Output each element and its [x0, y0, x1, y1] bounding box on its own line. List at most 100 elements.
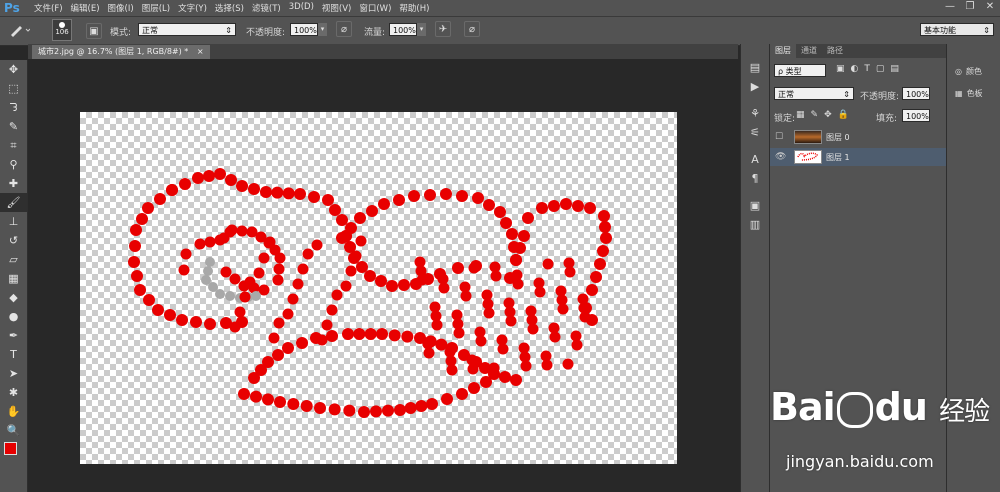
history-brush-icon[interactable]: ↺ — [0, 231, 27, 250]
marquee-tool-icon[interactable]: ⬚ — [0, 79, 27, 98]
menu-filter[interactable]: 滤镜(T) — [252, 2, 289, 14]
brush-dot — [282, 342, 294, 354]
smart-filter-icon[interactable]: ▤ — [890, 64, 899, 74]
airbrush-icon[interactable]: ✈ — [435, 21, 451, 37]
workspace-arrow-icon: ⇕ — [983, 26, 990, 35]
menu-edit[interactable]: 编辑(E) — [71, 2, 108, 14]
menu-window[interactable]: 窗口(W) — [359, 2, 399, 14]
brush-panel-icon[interactable]: ▣ — [86, 23, 102, 39]
flow-dropdown-icon[interactable]: ▾ — [417, 23, 426, 36]
brush-tool-icon[interactable] — [8, 22, 31, 41]
brush-tool-icon-active[interactable]: 🖌 — [0, 193, 27, 212]
hand-tool-icon[interactable]: ✋ — [0, 402, 27, 421]
type-filter-icon[interactable]: T — [864, 64, 870, 74]
eraser-tool-icon[interactable]: ▱ — [0, 250, 27, 269]
brush-dot — [215, 289, 225, 299]
tab-layers[interactable]: 图层 — [770, 44, 796, 58]
brush-dot — [282, 308, 294, 320]
brush-dot — [204, 318, 216, 330]
document-tab-close-icon[interactable]: × — [197, 47, 204, 56]
tab-channels[interactable]: 通道 — [796, 44, 822, 58]
lasso-tool-icon[interactable]: ᘊ — [0, 98, 27, 117]
crop-tool-icon[interactable]: ⌗ — [0, 136, 27, 155]
gradient-tool-icon[interactable]: ▦ — [0, 269, 27, 288]
shape-tool-icon[interactable]: ✱ — [0, 383, 27, 402]
menu-help[interactable]: 帮助(H) — [399, 2, 437, 14]
healing-brush-icon[interactable]: ✚ — [0, 174, 27, 193]
opacity-input[interactable]: 100% — [290, 23, 318, 36]
brush-settings-icon[interactable]: ⚟ — [741, 123, 769, 142]
fill-label: 填充: — [876, 114, 898, 124]
eye-icon[interactable]: 👁 — [775, 152, 786, 162]
maximize-button[interactable]: ❐ — [960, 0, 980, 15]
menu-view[interactable]: 视图(V) — [322, 2, 359, 14]
brush-size-value: 106 — [55, 28, 69, 36]
close-button[interactable]: ✕ — [980, 0, 1000, 15]
minimize-button[interactable]: — — [940, 0, 960, 15]
workspace-select[interactable]: 基本功能 ⇕ — [920, 23, 994, 36]
type-tool-icon[interactable]: T — [0, 345, 27, 364]
menu-layer[interactable]: 图层(L) — [142, 2, 178, 14]
menu-select[interactable]: 选择(S) — [215, 2, 252, 14]
character-panel-icon[interactable]: A — [741, 150, 769, 169]
history-panel-icon[interactable]: ▤ — [741, 58, 769, 77]
dodge-tool-icon[interactable]: ● — [0, 307, 27, 326]
brush-preset-picker[interactable]: 106 — [52, 19, 72, 41]
brush-presets-icon[interactable]: ⚘ — [741, 104, 769, 123]
brush-dot — [179, 178, 191, 190]
document-canvas[interactable] — [80, 112, 677, 464]
brush-dot — [366, 205, 378, 217]
brush-dot — [176, 314, 188, 326]
flow-input[interactable]: 100% — [389, 23, 417, 36]
stamp-tool-icon[interactable]: ⊥ — [0, 212, 27, 231]
brush-dot — [542, 258, 554, 270]
layer-opacity-input[interactable]: 100% — [902, 87, 930, 100]
brush-dot — [131, 270, 143, 282]
lock-pixels-icon[interactable]: ✎ — [811, 110, 819, 120]
menu-file[interactable]: 文件(F) — [34, 2, 71, 14]
document-tab[interactable]: 城市2.jpg @ 16.7% (图层 1, RGB/8#) * × — [32, 45, 210, 59]
tab-paths[interactable]: 路径 — [822, 44, 848, 58]
layer-row-0[interactable]: ☐ 图层 0 — [770, 128, 946, 146]
color-panel-button[interactable]: ◎ 颜色 — [947, 60, 1000, 82]
brush-dot — [272, 274, 284, 286]
layer-row-1[interactable]: 👁 图层 1 — [770, 148, 946, 166]
adjust-filter-icon[interactable]: ◐ — [851, 64, 859, 74]
brush-dot — [342, 328, 354, 340]
fill-input[interactable]: 100% — [902, 109, 930, 122]
lock-position-icon[interactable]: ✥ — [824, 110, 832, 120]
actions-panel-icon[interactable]: ▶ — [741, 77, 769, 96]
foreground-color-swatch[interactable] — [4, 442, 17, 455]
menu-3d[interactable]: 3D(D) — [289, 2, 322, 14]
lock-transparent-icon[interactable]: ▦ — [796, 110, 805, 120]
blur-tool-icon[interactable]: ◆ — [0, 288, 27, 307]
zoom-tool-icon[interactable]: 🔍 — [0, 421, 27, 440]
move-tool-icon[interactable]: ✥ — [0, 60, 27, 79]
pixel-filter-icon[interactable]: ▣ — [836, 64, 845, 74]
quick-select-tool-icon[interactable]: ✎ — [0, 117, 27, 136]
pen-tool-icon[interactable]: ✒ — [0, 326, 27, 345]
shape-filter-icon[interactable]: ▢ — [876, 64, 885, 74]
eyedropper-tool-icon[interactable]: ⚲ — [0, 155, 27, 174]
brush-dot — [594, 258, 606, 270]
menu-type[interactable]: 文字(Y) — [178, 2, 215, 14]
brush-dot — [262, 356, 274, 368]
menu-bar: Ps 文件(F) 编辑(E) 图像(I) 图层(L) 文字(Y) 选择(S) 滤… — [0, 0, 1000, 17]
lock-all-icon[interactable]: 🔒 — [838, 110, 849, 120]
layer-filter-select[interactable]: ρ 类型 — [774, 64, 826, 77]
opacity-dropdown-icon[interactable]: ▾ — [318, 23, 327, 36]
mode-select[interactable]: 正常 ⇕ — [138, 23, 236, 36]
menu-image[interactable]: 图像(I) — [108, 2, 142, 14]
path-select-tool-icon[interactable]: ➤ — [0, 364, 27, 383]
swatches-panel-button[interactable]: ▦ 色板 — [947, 82, 1000, 104]
brush-dot — [522, 212, 534, 224]
notes-panel-icon[interactable]: ▥ — [741, 215, 769, 234]
paragraph-panel-icon[interactable]: ¶ — [741, 169, 769, 188]
swatches-icon: ▦ — [955, 88, 963, 98]
pressure-size-icon[interactable]: ⌀ — [464, 21, 480, 37]
blend-mode-select[interactable]: 正常 ⇕ — [774, 87, 854, 100]
properties-panel-icon[interactable]: ▣ — [741, 196, 769, 215]
visibility-toggle-icon[interactable]: ☐ — [775, 132, 785, 142]
brush-dot — [214, 168, 226, 180]
pressure-opacity-icon[interactable]: ⌀ — [336, 21, 352, 37]
